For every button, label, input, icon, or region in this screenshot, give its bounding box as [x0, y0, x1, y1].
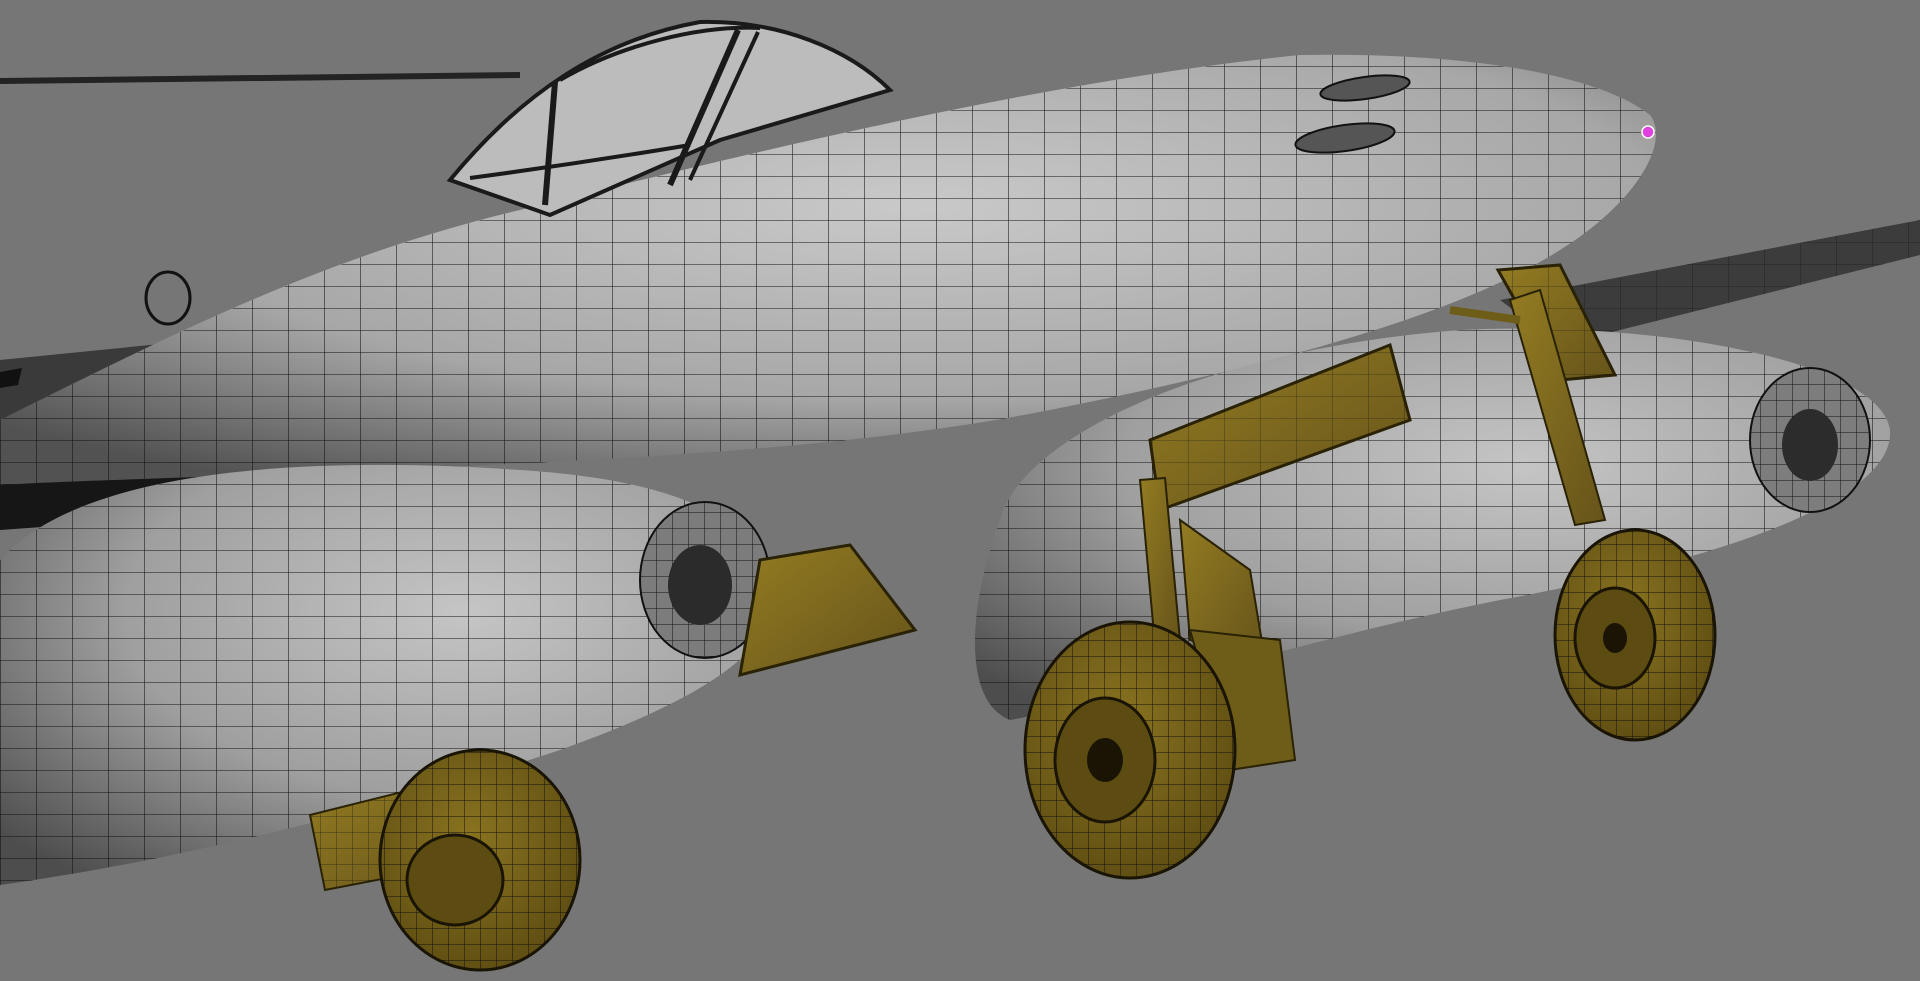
- selected-vertex[interactable]: [1641, 125, 1655, 139]
- 3d-viewport[interactable]: [0, 0, 1920, 981]
- viewport-canvas[interactable]: [0, 0, 1920, 981]
